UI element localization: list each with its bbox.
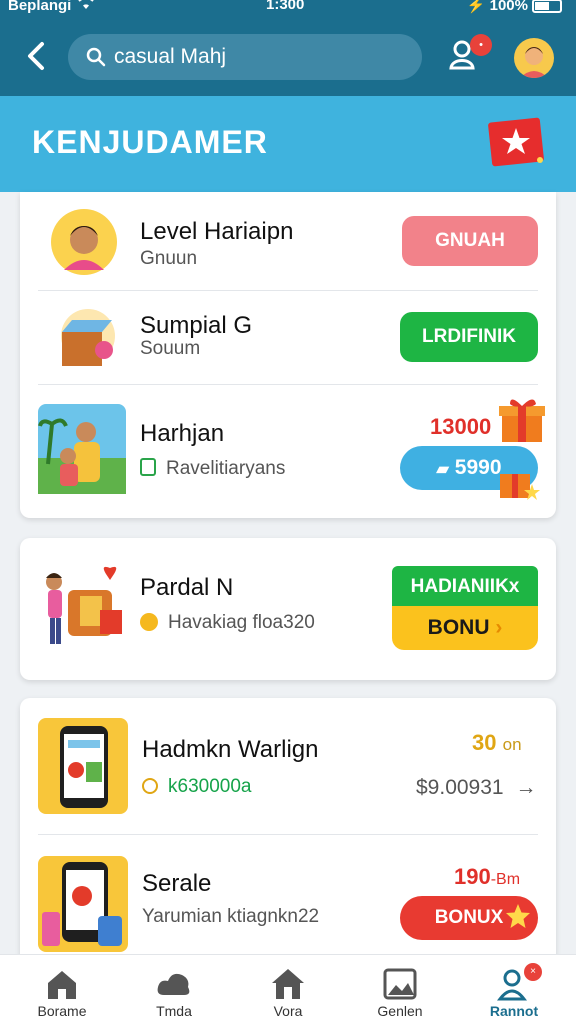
cloud-icon [157, 973, 190, 995]
battery-indicator: ⚡ 100% [467, 0, 562, 14]
item-title: Level Hariaipn [140, 218, 294, 245]
item-label-banner: HADIANIIKx [392, 566, 538, 608]
divider [38, 384, 538, 385]
avatar-face-icon [520, 47, 548, 78]
nav-item-cloud[interactable]: Tmda [124, 955, 224, 1024]
item-subtitle: Gnuun [140, 248, 198, 269]
banner-title: KENJUDAMER [32, 124, 268, 160]
bottom-navigation: Borame Tmda Vora Genlen × Rannot [0, 954, 576, 1024]
home-icon [48, 971, 76, 999]
item-shopping-thumbnail [40, 560, 130, 652]
item-avatar-thumbnail [50, 208, 118, 276]
back-button[interactable] [20, 38, 52, 74]
star-icon [504, 902, 532, 930]
gallery-icon [383, 968, 417, 1000]
item-title: Harhjan [140, 420, 225, 447]
item-price: 13000 [430, 414, 492, 439]
item-subtitle: Souum [140, 338, 201, 359]
item-subtitle: Yarumian ktiagnkn22 [142, 906, 320, 927]
item-phone-promo-thumbnail [38, 856, 128, 952]
item-price: 30 on [472, 730, 522, 755]
item-title: Serale [142, 870, 212, 897]
clock-icon [142, 778, 158, 794]
carrier-label: Beplangi [8, 0, 95, 14]
coin-icon [140, 613, 158, 631]
item-subtitle: k630000a [142, 776, 251, 798]
notification-badge: • [470, 34, 492, 56]
arrow-right-icon[interactable]: → [515, 776, 536, 799]
nav-item-profile[interactable]: × Rannot [464, 955, 564, 1024]
house-icon [272, 969, 304, 999]
nav-item-gallery[interactable]: Genlen [350, 955, 450, 1024]
item-action-button[interactable]: LRDIFINIK [400, 312, 538, 362]
divider [38, 834, 538, 835]
clock: 1:300 [266, 0, 305, 13]
status-bar: Beplangi 1:300 ⚡ 100% [0, 0, 576, 20]
charging-icon: ⚡ [466, 0, 486, 14]
item-title: Sumpial G [140, 312, 253, 339]
divider [38, 290, 538, 291]
flag-star-icon[interactable] [488, 116, 546, 170]
profile-avatar[interactable] [514, 38, 554, 78]
search-bar[interactable] [68, 34, 422, 80]
item-phone-thumbnail [38, 718, 128, 814]
chevron-left-icon [28, 42, 44, 70]
small-gift-icon [496, 458, 540, 502]
ticket-icon [140, 458, 156, 476]
cash-icon: ▰ [436, 461, 449, 478]
item-secondary-price: $9.00931 → [416, 776, 537, 799]
item-box-thumbnail [50, 306, 120, 372]
nav-badge: × [524, 963, 542, 981]
search-icon [86, 47, 106, 72]
item-subtitle: Ravelitiaryans [140, 458, 285, 480]
wifi-icon [77, 0, 95, 14]
battery-icon [532, 0, 562, 14]
top-app-bar: Beplangi 1:300 ⚡ 100% • [0, 0, 576, 96]
gift-icon [496, 392, 550, 446]
item-photo-thumbnail [38, 404, 126, 494]
item-price: 190-Bm [454, 864, 521, 889]
search-input[interactable] [114, 42, 404, 72]
item-subtitle: Havakiag floa320 [140, 612, 315, 634]
bonus-button[interactable]: BONU › [392, 606, 538, 650]
item-action-button[interactable]: GNUAH [402, 216, 538, 266]
chevron-right-icon: › [495, 616, 503, 639]
item-title: Pardal N [140, 574, 234, 601]
item-title: Hadmkn Warlign [142, 736, 319, 763]
nav-item-house[interactable]: Vora [238, 955, 338, 1024]
nav-item-home[interactable]: Borame [12, 955, 112, 1024]
